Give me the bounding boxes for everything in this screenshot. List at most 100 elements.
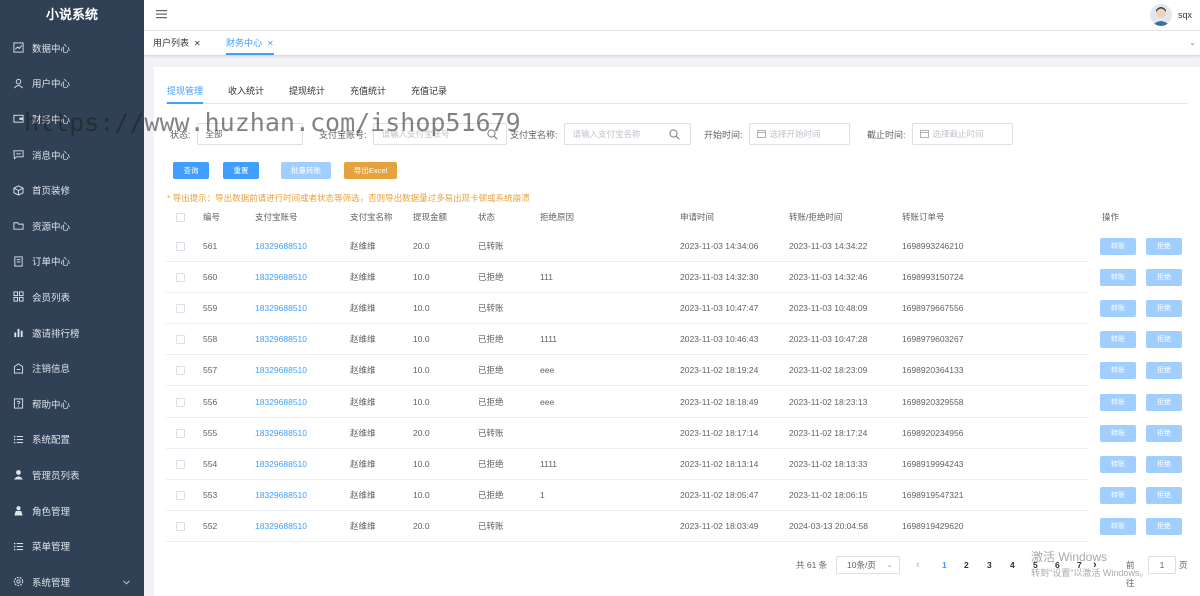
app-title: 小说系统 [45, 7, 98, 22]
transfer-button[interactable]: 转账 [1100, 331, 1136, 349]
reject-button[interactable]: 拒绝 [1146, 300, 1182, 318]
tab-withdraw-management[interactable]: 提现管理 [167, 84, 204, 104]
cell-alipay-account[interactable]: 18329688510 [255, 262, 307, 293]
cell-alipay-account[interactable]: 18329688510 [255, 480, 307, 511]
page-size-select[interactable]: 10条/页 ⌄ [836, 556, 900, 574]
sidebar-item-10[interactable]: 注销信息 [0, 350, 144, 386]
cube-icon [12, 184, 24, 196]
cell-reject-reason: 1111 [540, 334, 558, 345]
close-icon[interactable]: ✕ [194, 39, 201, 48]
alipay-name-input[interactable]: 请输入支付宝名称 [563, 123, 691, 145]
sidebar-item-15[interactable]: 菜单管理 [0, 528, 144, 564]
row-checkbox[interactable] [176, 521, 185, 531]
query-button[interactable]: 查询 [173, 162, 209, 179]
col-header: 申请时间 [680, 212, 715, 222]
batch-transfer-button[interactable]: 批量转账 [281, 162, 331, 179]
sidebar-item-13[interactable]: 管理员列表 [0, 457, 144, 493]
cell-amount: 10.0 [413, 272, 430, 283]
tab-recharge-records[interactable]: 充值记录 [411, 84, 447, 104]
goto-page-input[interactable]: 1 [1148, 556, 1176, 574]
cell-process-time: 2024-03-13 20:04:58 [789, 520, 868, 531]
reject-button[interactable]: 拒绝 [1146, 517, 1182, 535]
row-checkbox[interactable] [176, 304, 185, 314]
reject-button[interactable]: 拒绝 [1146, 331, 1182, 349]
sidebar-item-1[interactable]: 数据中心 [0, 30, 144, 66]
cell-alipay-account[interactable]: 18329688510 [255, 324, 307, 355]
sidebar-item-label: 首页装修 [32, 186, 71, 198]
sidebar-item-16[interactable]: 系统管理 [0, 564, 144, 596]
cell-alipay-account[interactable]: 18329688510 [255, 293, 307, 324]
reject-button[interactable]: 拒绝 [1146, 238, 1182, 255]
page-number[interactable]: 1 [942, 556, 947, 574]
sidebar-item-2[interactable]: 用户中心 [0, 66, 144, 102]
tag-user-list[interactable]: 用户列表 ✕ [153, 31, 201, 55]
goto-suffix: 页 [1179, 560, 1188, 570]
sidebar-item-11[interactable]: 帮助中心 [0, 386, 144, 422]
page-number[interactable]: 3 [987, 556, 992, 574]
cell-alipay-account[interactable]: 18329688510 [255, 418, 307, 449]
row-checkbox[interactable] [176, 335, 185, 345]
sidebar-item-4[interactable]: 消息中心 [0, 137, 144, 173]
cell-id: 560 [203, 272, 218, 283]
reject-button[interactable]: 拒绝 [1146, 424, 1182, 442]
export-excel-button[interactable]: 导出Excel [344, 162, 397, 179]
search-icon[interactable] [668, 129, 680, 140]
row-checkbox[interactable] [176, 397, 185, 407]
tab-withdraw-stats[interactable]: 提现统计 [289, 84, 325, 104]
close-icon[interactable]: ✕ [267, 39, 274, 48]
cell-alipay-account[interactable]: 18329688510 [255, 355, 307, 386]
cell-amount: 20.0 [413, 241, 430, 251]
select-all-checkbox[interactable] [176, 213, 185, 222]
sidebar-item-5[interactable]: 首页装修 [0, 172, 144, 208]
table-row: 555 18329688510 赵维维 20.0 已转账 2023-11-02 18:17… [166, 418, 1088, 449]
sidebar-item-6[interactable]: 资源中心 [0, 208, 144, 244]
prev-page-button[interactable]: ‹ [916, 556, 920, 574]
sidebar-item-14[interactable]: 角色管理 [0, 493, 144, 529]
cell-process-time: 2023-11-02 18:06:15 [789, 489, 868, 500]
reject-button[interactable]: 拒绝 [1146, 455, 1182, 473]
reject-button[interactable]: 拒绝 [1146, 362, 1182, 380]
cell-alipay-account[interactable]: 18329688510 [255, 231, 307, 262]
col-header: 拒绝原因 [540, 212, 575, 222]
transfer-button[interactable]: 转账 [1100, 455, 1136, 473]
row-checkbox[interactable] [176, 459, 185, 469]
cell-alipay-account[interactable]: 18329688510 [255, 449, 307, 480]
sidebar-item-7[interactable]: 订单中心 [0, 244, 144, 280]
row-checkbox[interactable] [176, 428, 185, 438]
tab-income-stats[interactable]: 收入统计 [228, 84, 264, 104]
row-checkbox[interactable] [176, 273, 185, 283]
reject-button[interactable]: 拒绝 [1146, 393, 1182, 411]
hamburger-icon[interactable] [156, 9, 167, 21]
reject-button[interactable]: 拒绝 [1146, 486, 1182, 504]
table-row: 554 18329688510 赵维维 10.0 已拒绝 1111 2023-11-02 1… [166, 449, 1088, 480]
row-checkbox[interactable] [176, 242, 185, 251]
tab-recharge-stats[interactable]: 充值统计 [350, 84, 386, 104]
sidebar-item-9[interactable]: 邀请排行榜 [0, 315, 144, 351]
page-number[interactable]: 4 [1010, 556, 1015, 574]
cell-alipay-account[interactable]: 18329688510 [255, 511, 307, 542]
transfer-button[interactable]: 转账 [1100, 269, 1136, 287]
sidebar-item-8[interactable]: 会员列表 [0, 279, 144, 315]
transfer-button[interactable]: 转账 [1100, 486, 1136, 504]
table-row: 552 18329688510 赵维维 20.0 已转账 2023-11-02 18:03… [166, 511, 1088, 542]
transfer-button[interactable]: 转账 [1100, 238, 1136, 255]
cell-alipay-account[interactable]: 18329688510 [255, 387, 307, 418]
end-time-picker[interactable]: 选择截止时间 [911, 123, 1013, 145]
row-checkbox[interactable] [176, 366, 185, 376]
reset-button[interactable]: 重置 [223, 162, 259, 179]
chevron-down-icon[interactable]: ⌄ [1189, 38, 1196, 47]
transfer-button[interactable]: 转账 [1100, 517, 1136, 535]
row-checkbox[interactable] [176, 490, 185, 500]
transfer-button[interactable]: 转账 [1100, 424, 1136, 442]
avatar[interactable] [1150, 4, 1172, 26]
start-time-picker[interactable]: 选择开始时间 [748, 123, 850, 145]
transfer-button[interactable]: 转账 [1100, 393, 1136, 411]
username[interactable]: sqx [1178, 10, 1192, 20]
transfer-button[interactable]: 转账 [1100, 300, 1136, 318]
reject-button[interactable]: 拒绝 [1146, 269, 1182, 287]
tag-finance-center[interactable]: 财务中心 ✕ [226, 31, 274, 55]
transfer-button[interactable]: 转账 [1100, 362, 1136, 380]
sidebar-item-12[interactable]: 系统配置 [0, 422, 144, 458]
sidebar: 小说系统 数据中心 用户中心 财务中心 消息中心 首页装修 资源中心 订单中心 会员列表 邀请排… [0, 0, 144, 596]
page-number[interactable]: 2 [964, 556, 969, 574]
